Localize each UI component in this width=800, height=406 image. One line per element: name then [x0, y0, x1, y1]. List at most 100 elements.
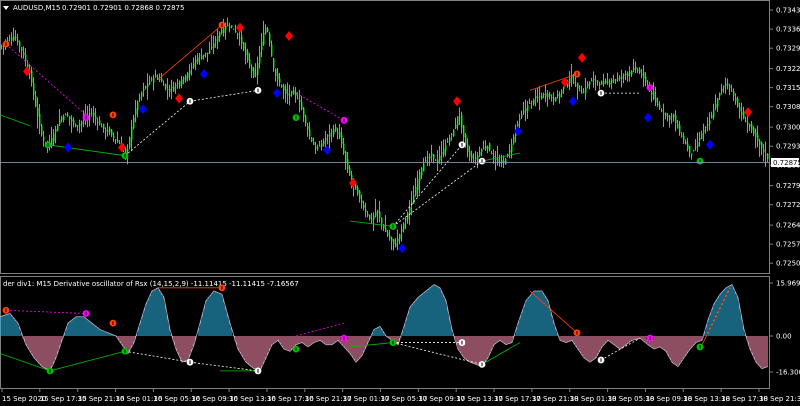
divergence-marker — [646, 84, 654, 92]
candle-body — [285, 88, 287, 94]
price-tick-label: 0.72575 — [776, 241, 800, 249]
candle-body — [53, 133, 55, 142]
candle-body — [523, 110, 525, 113]
candle-body — [665, 113, 667, 117]
candle-body — [73, 120, 75, 124]
candle-body — [541, 95, 543, 99]
candle-body — [373, 215, 375, 220]
candle-body — [95, 116, 97, 119]
candle-body — [117, 140, 119, 143]
candle-body — [757, 135, 759, 142]
candle-body — [111, 129, 113, 136]
candle-body — [545, 93, 547, 98]
candle-body — [7, 39, 9, 41]
candle-body — [261, 41, 263, 50]
candle-body — [551, 97, 553, 99]
candle-body — [327, 135, 329, 137]
candle-body — [453, 130, 455, 137]
candle-body — [77, 125, 79, 127]
candle — [555, 96, 557, 102]
candle-body — [369, 214, 371, 220]
candle-body — [291, 91, 293, 94]
candle-body — [115, 139, 117, 141]
candle-body — [739, 106, 741, 112]
candle-body — [491, 152, 493, 154]
candle-body — [79, 124, 81, 126]
candle-body — [733, 91, 735, 96]
candle — [253, 66, 255, 79]
candle-body — [415, 186, 417, 196]
candle-body — [55, 128, 57, 133]
candle-body — [1, 45, 3, 47]
candle-body — [139, 97, 141, 99]
candle-body — [511, 143, 513, 153]
candle-body — [141, 92, 143, 97]
candle-body — [153, 77, 155, 83]
osc-marker — [186, 358, 194, 366]
candle-body — [433, 154, 435, 159]
osc-tick-label: -16.30089 — [776, 369, 800, 377]
candle-body — [319, 145, 321, 147]
candle-body — [403, 223, 405, 230]
candle-body — [417, 178, 419, 191]
candle-body — [113, 135, 115, 138]
candle-body — [471, 155, 473, 159]
candle-body — [155, 75, 157, 78]
candle-body — [295, 92, 297, 96]
candle-body — [13, 36, 15, 40]
candle-body — [191, 66, 193, 68]
candle-body — [663, 113, 665, 115]
osc-marker — [389, 339, 397, 346]
candle-body — [691, 153, 693, 156]
osc-marker — [292, 345, 300, 353]
divergence-marker — [389, 223, 397, 230]
candle-body — [281, 84, 283, 87]
candle-body — [441, 152, 443, 154]
candle-body — [485, 145, 487, 150]
candle-body — [555, 97, 557, 102]
candle-body — [719, 93, 721, 97]
divergence-marker — [696, 157, 704, 165]
candle-body — [75, 124, 77, 127]
candle-body — [749, 123, 751, 128]
candle-body — [195, 59, 197, 63]
candle-body — [179, 81, 181, 87]
candle-body — [651, 92, 653, 95]
candle-body — [43, 136, 45, 141]
candle-body — [161, 78, 163, 82]
candle-body — [307, 126, 309, 130]
candle-body — [177, 83, 179, 85]
candle-body — [221, 29, 223, 34]
candle-body — [479, 152, 481, 156]
price-tick-label: 0.73005 — [776, 124, 800, 132]
candle-body — [267, 28, 269, 32]
candle-body — [405, 218, 407, 222]
candle-body — [463, 125, 465, 138]
chart-background — [0, 0, 800, 406]
candle-body — [197, 57, 199, 63]
candle-body — [547, 94, 549, 97]
candle-body — [589, 81, 591, 85]
candle-body — [339, 132, 341, 138]
candle-body — [61, 117, 63, 120]
candle-body — [673, 114, 675, 118]
candle-body — [225, 25, 227, 30]
candle-body — [127, 149, 129, 152]
candle-body — [653, 91, 655, 99]
candle-body — [461, 114, 463, 129]
candle-body — [65, 114, 67, 116]
candle-body — [607, 81, 609, 83]
candle-body — [729, 85, 731, 88]
oscillator-title: der div1: M15 Derivative oscillator of R… — [3, 280, 299, 288]
candle-body — [207, 52, 209, 55]
candle-body — [451, 133, 453, 135]
candle-body — [67, 114, 69, 117]
candle-body — [595, 80, 597, 82]
candle-body — [711, 114, 713, 119]
candle-body — [21, 47, 23, 51]
candle-body — [459, 117, 461, 119]
candle-body — [393, 239, 395, 245]
candle-body — [449, 137, 451, 142]
candle-body — [765, 154, 767, 156]
candle-body — [677, 123, 679, 129]
